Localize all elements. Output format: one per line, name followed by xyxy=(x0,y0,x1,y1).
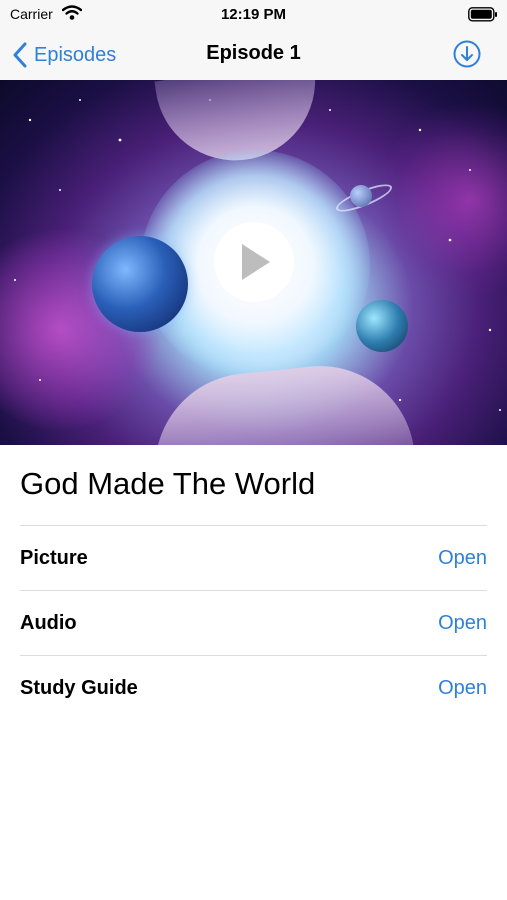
row-label: Picture xyxy=(20,546,88,569)
row-label: Study Guide xyxy=(20,676,138,699)
open-study-guide-button[interactable]: Open xyxy=(438,677,487,700)
episode-artwork[interactable] xyxy=(0,80,507,445)
open-picture-button[interactable]: Open xyxy=(438,547,487,570)
open-audio-button[interactable]: Open xyxy=(438,612,487,635)
planet-illustration xyxy=(350,185,372,207)
status-bar: Carrier 12:19 PM xyxy=(0,0,507,30)
status-time: 12:19 PM xyxy=(220,6,287,23)
navigation-bar: Episodes Episode 1 xyxy=(0,30,507,80)
planet-illustration xyxy=(92,236,188,332)
episode-title: God Made The World xyxy=(20,466,316,501)
download-button[interactable] xyxy=(453,40,481,68)
planet-illustration xyxy=(356,300,408,352)
list-item-picture: Picture Open xyxy=(20,526,487,590)
download-icon xyxy=(453,40,481,72)
resource-list: Picture Open Audio Open Study Guide Open xyxy=(20,525,487,720)
play-button[interactable] xyxy=(214,222,294,302)
list-item-study-guide: Study Guide Open xyxy=(20,656,487,720)
row-label: Audio xyxy=(20,611,77,634)
play-icon xyxy=(242,244,270,280)
page-title: Episode 1 xyxy=(206,42,301,64)
list-item-audio: Audio Open xyxy=(20,591,487,655)
battery-icon xyxy=(468,7,498,27)
